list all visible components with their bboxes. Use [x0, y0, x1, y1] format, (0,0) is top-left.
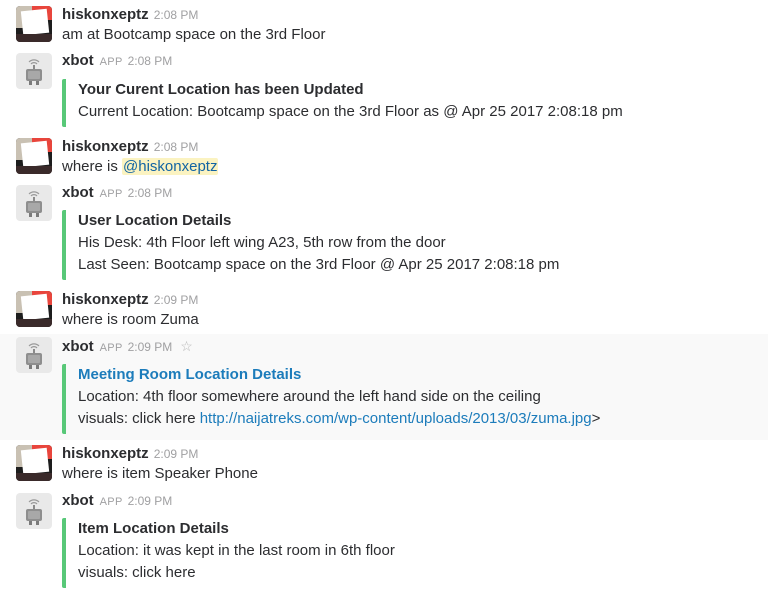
attachment: Meeting Room Location Details Location: … [62, 364, 600, 434]
visuals-suffix: > [591, 410, 601, 427]
robot-icon [26, 499, 42, 525]
message: hiskonxeptz 2:08 PM am at Bootcamp space … [0, 0, 768, 50]
app-badge: APP [99, 56, 123, 68]
message-text: am at Bootcamp space on the 3rd Floor [62, 26, 326, 43]
username[interactable]: xbot [62, 184, 94, 201]
message-text: where is @hiskonxeptz [62, 156, 219, 178]
user-avatar[interactable] [16, 291, 52, 327]
bot-avatar[interactable] [16, 337, 52, 373]
visuals-prefix: visuals: click here [78, 410, 200, 427]
bot-avatar[interactable] [16, 493, 52, 529]
username[interactable]: hiskonxeptz [62, 445, 149, 462]
robot-icon [26, 343, 42, 369]
star-outline-icon[interactable]: ☆ [180, 338, 193, 354]
message: xbot APP 2:08 PM User Location Details His… [0, 182, 768, 286]
timestamp[interactable]: 2:09 PM [154, 293, 199, 307]
robot-icon [26, 59, 42, 85]
robot-icon [26, 191, 42, 217]
message: hiskonxeptz 2:09 PM where is room Zuma [0, 286, 768, 334]
message-text: where is item Speaker Phone [62, 465, 258, 482]
attachment-line: visuals: click here [78, 564, 196, 581]
attachment-line: Current Location: Bootcamp space on the … [78, 103, 623, 120]
timestamp[interactable]: 2:08 PM [154, 8, 199, 22]
timestamp[interactable]: 2:09 PM [128, 340, 173, 354]
attachment-title: Your Curent Location has been Updated [78, 81, 364, 98]
app-badge: APP [99, 496, 123, 508]
attachment: User Location Details His Desk: 4th Floo… [62, 210, 559, 280]
username[interactable]: xbot [62, 338, 94, 355]
username[interactable]: hiskonxeptz [62, 138, 149, 155]
attachment-title: User Location Details [78, 212, 232, 229]
app-badge: APP [99, 342, 123, 354]
user-mention[interactable]: @hiskonxeptz [122, 158, 219, 175]
message-text-prefix: where is [62, 158, 123, 175]
message: xbot APP 2:09 PM Item Location Details Loc… [0, 490, 768, 598]
message: xbot APP 2:09 PM ☆ Meeting Room Location De… [0, 334, 768, 440]
user-avatar[interactable] [16, 6, 52, 42]
username[interactable]: xbot [62, 492, 94, 509]
visuals-link[interactable]: http://naijatreks.com/wp-content/uploads… [200, 410, 592, 427]
bot-avatar[interactable] [16, 185, 52, 221]
attachment-line: Last Seen: Bootcamp space on the 3rd Flo… [78, 256, 560, 273]
attachment-line: Location: it was kept in the last room i… [78, 542, 395, 559]
message: hiskonxeptz 2:08 PM where is @hiskonxeptz [0, 132, 768, 182]
attachment-line: Location: 4th floor somewhere around the… [78, 388, 541, 405]
timestamp[interactable]: 2:08 PM [128, 54, 173, 68]
timestamp[interactable]: 2:08 PM [128, 186, 173, 200]
attachment-title: Item Location Details [78, 520, 229, 537]
timestamp[interactable]: 2:08 PM [154, 140, 199, 154]
timestamp[interactable]: 2:09 PM [154, 447, 199, 461]
user-avatar[interactable] [16, 445, 52, 481]
attachment-line: His Desk: 4th Floor left wing A23, 5th r… [78, 234, 446, 251]
user-avatar[interactable] [16, 138, 52, 174]
app-badge: APP [99, 188, 123, 200]
bot-avatar[interactable] [16, 53, 52, 89]
attachment: Your Curent Location has been Updated Cu… [62, 79, 623, 127]
message-text: where is room Zuma [62, 311, 199, 328]
attachment-title-link[interactable]: Meeting Room Location Details [78, 364, 600, 386]
message: xbot APP 2:08 PM Your Curent Location has … [0, 50, 768, 132]
username[interactable]: xbot [62, 52, 94, 69]
timestamp[interactable]: 2:09 PM [128, 494, 173, 508]
username[interactable]: hiskonxeptz [62, 291, 149, 308]
attachment-visuals-line: visuals: click here http://naijatreks.co… [78, 408, 600, 430]
attachment: Item Location Details Location: it was k… [62, 518, 395, 588]
username[interactable]: hiskonxeptz [62, 6, 149, 23]
message: hiskonxeptz 2:09 PM where is item Speaker… [0, 440, 768, 490]
